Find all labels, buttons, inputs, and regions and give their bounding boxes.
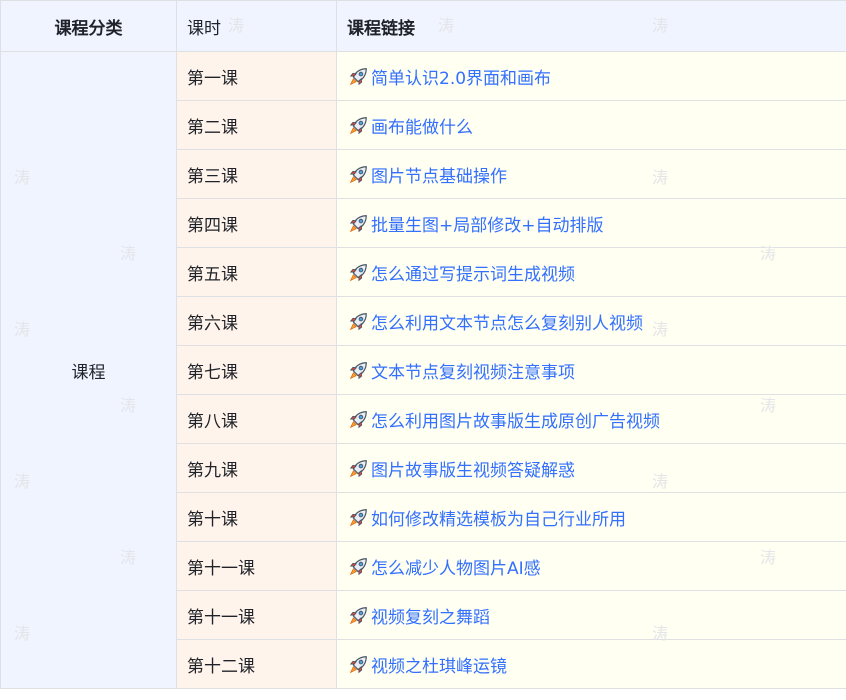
link-cell: 图片故事版生视频答疑解惑: [336, 443, 846, 493]
course-table: 课程分类 课时 课程链接 课程 第一课 简单认识2.0界面和画布 第二课 画布能做什么第…: [0, 0, 846, 689]
course-link[interactable]: 批量生图+局部修改+自动排版: [371, 216, 604, 236]
header-category: 课程分类: [0, 0, 177, 52]
link-cell: 简单认识2.0界面和画布: [336, 51, 846, 101]
rocket-icon: [347, 66, 369, 88]
lesson-cell: 第十二课: [176, 639, 337, 689]
rocket-icon: [347, 605, 369, 627]
lesson-cell: 第八课: [176, 394, 337, 444]
course-link[interactable]: 图片故事版生视频答疑解惑: [371, 461, 575, 481]
lesson-cell: 第五课: [176, 247, 337, 297]
course-link[interactable]: 怎么减少人物图片AI感: [371, 559, 541, 579]
link-cell: 怎么利用文本节点怎么复刻别人视频: [336, 296, 846, 346]
lesson-cell: 第七课: [176, 345, 337, 395]
link-cell: 图片节点基础操作: [336, 149, 846, 199]
lesson-cell: 第六课: [176, 296, 337, 346]
course-table-view: 课程分类 课时 课程链接 课程 第一课 简单认识2.0界面和画布 第二课 画布能做什么第…: [0, 0, 846, 700]
course-link[interactable]: 怎么通过写提示词生成视频: [371, 265, 575, 285]
category-cell: 课程: [0, 51, 177, 689]
rocket-icon: [347, 115, 369, 137]
course-link[interactable]: 如何修改精选模板为自己行业所用: [371, 510, 626, 530]
lesson-cell: 第九课: [176, 443, 337, 493]
lesson-cell: 第三课: [176, 149, 337, 199]
link-cell: 视频之杜琪峰运镜: [336, 639, 846, 689]
header-hours: 课时: [176, 0, 337, 52]
header-link: 课程链接: [336, 0, 846, 52]
rocket-icon: [347, 654, 369, 676]
lesson-cell: 第十一课: [176, 541, 337, 591]
lesson-cell: 第十一课: [176, 590, 337, 640]
link-cell: 怎么通过写提示词生成视频: [336, 247, 846, 297]
rocket-icon: [347, 556, 369, 578]
rocket-icon: [347, 262, 369, 284]
link-cell: 怎么减少人物图片AI感: [336, 541, 846, 591]
link-cell: 怎么利用图片故事版生成原创广告视频: [336, 394, 846, 444]
course-link[interactable]: 怎么利用文本节点怎么复刻别人视频: [371, 314, 643, 334]
table-header-row: 课程分类 课时 课程链接: [0, 0, 846, 52]
link-cell: 批量生图+局部修改+自动排版: [336, 198, 846, 248]
link-cell: 视频复刻之舞蹈: [336, 590, 846, 640]
rocket-icon: [347, 458, 369, 480]
course-link[interactable]: 画布能做什么: [371, 118, 473, 138]
lesson-cell: 第一课: [176, 51, 337, 101]
link-cell: 如何修改精选模板为自己行业所用: [336, 492, 846, 542]
course-link[interactable]: 怎么利用图片故事版生成原创广告视频: [371, 412, 660, 432]
rocket-icon: [347, 507, 369, 529]
rocket-icon: [347, 213, 369, 235]
lesson-cell: 第四课: [176, 198, 337, 248]
link-cell: 画布能做什么: [336, 100, 846, 150]
lesson-cell: 第十课: [176, 492, 337, 542]
course-link[interactable]: 文本节点复刻视频注意事项: [371, 363, 575, 383]
link-cell: 文本节点复刻视频注意事项: [336, 345, 846, 395]
rocket-icon: [347, 409, 369, 431]
course-link[interactable]: 视频复刻之舞蹈: [371, 608, 490, 628]
course-link[interactable]: 简单认识2.0界面和画布: [371, 69, 551, 89]
course-link[interactable]: 视频之杜琪峰运镜: [371, 657, 507, 677]
course-link[interactable]: 图片节点基础操作: [371, 167, 507, 187]
lesson-cell: 第二课: [176, 100, 337, 150]
rocket-icon: [347, 164, 369, 186]
rocket-icon: [347, 360, 369, 382]
rocket-icon: [347, 311, 369, 333]
table-row: 课程 第一课 简单认识2.0界面和画布: [0, 51, 846, 689]
